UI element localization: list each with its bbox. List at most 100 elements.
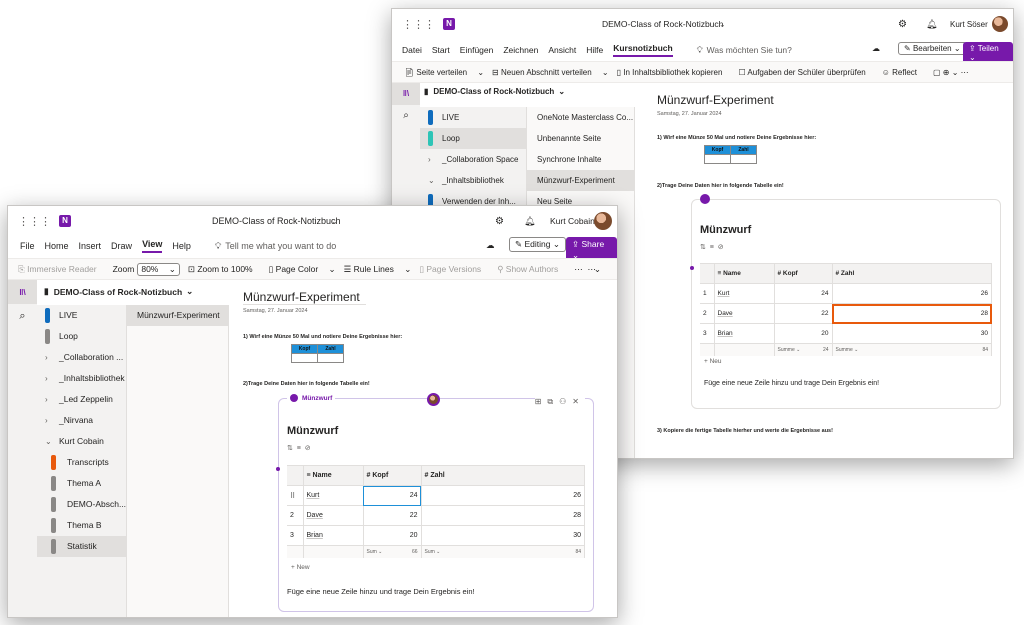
bell-icon[interactable]: 🔔︎ [926,19,937,30]
section-item[interactable]: ⌄ _Inhaltsbibliothek [420,170,526,191]
notebook-picker[interactable]: ▮ DEMO-Class of Rock-Notizbuch ⌄ [44,286,193,297]
table-row[interactable]: 2 Dave 22 28 [287,505,585,526]
chevron-right-icon[interactable]: › [45,368,48,389]
loop-header[interactable]: Münzwurf [287,394,336,402]
step-3-text[interactable]: 3) Kopiere die fertige Tabelle hierher u… [657,428,833,434]
cell-name[interactable]: Dave [714,303,775,324]
col-name-header[interactable]: ≡ Name [303,465,364,486]
step-1-text[interactable]: 1) Wirf eine Münze 50 Mal und notiere De… [243,334,402,340]
menu-hilfe[interactable]: Hilfe [586,45,603,55]
table-row[interactable]: 2 Dave 22 28 [700,303,992,324]
page-item[interactable]: Münzwurf-Experiment [127,305,228,326]
menu-view[interactable]: View [142,239,163,253]
avatar[interactable] [594,212,612,230]
mini-cell[interactable] [317,353,344,363]
search-box[interactable]: Was möchten Sie tun? [707,45,792,55]
catch-up-icon[interactable]: ☁ [486,240,495,251]
step-2-text[interactable]: 2)Trage Deine Daten hier in folgende Tab… [243,381,370,387]
chevron-down-icon[interactable]: ⌄ [45,431,52,452]
cell-kopf[interactable]: 24 [363,485,422,506]
ribbon-aufgaben[interactable]: ☐ Aufgaben der Schüler überprüfen [738,68,873,77]
menu-datei[interactable]: Datei [402,45,422,55]
zoom-100-button[interactable]: ⊡ Zoom to 100% [188,264,261,275]
cell-zahl[interactable]: 26 [421,485,585,506]
sum-zahl[interactable]: Sum ⌄ 84 [421,545,585,558]
menu-ansicht[interactable]: Ansicht [548,45,576,55]
step-1-text[interactable]: 1) Wirf eine Münze 50 Mal und notiere De… [657,135,816,141]
cell-zahl[interactable]: 28 [421,505,585,526]
ribbon-inhaltsbibliothek[interactable]: ▯ In Inhaltsbibliothek kopieren [617,68,731,77]
new-row-button[interactable]: + Neu [704,358,722,365]
search-icon[interactable]: ⌕ [392,105,420,127]
cell-kopf[interactable]: 20 [363,525,422,546]
section-item[interactable]: Loop [37,326,126,347]
table-row[interactable]: 3 Brian 20 30 [287,525,585,546]
rule-lines-button[interactable]: ☰ Rule Lines ⌄ [344,264,412,275]
section-item[interactable]: Transcripts [37,452,126,473]
catch-up-icon[interactable]: ☁ [872,44,880,53]
table-toolbar[interactable]: ⇅ ≡ ⊘ [700,243,724,251]
cell-zahl[interactable]: 26 [832,283,992,304]
cell-kopf[interactable]: 24 [774,283,833,304]
hint-text[interactable]: Füge eine neue Zeile hinzu und trage Dei… [704,380,879,387]
menu-draw[interactable]: Draw [111,241,132,251]
notebooks-icon[interactable]: ‖\ [8,280,37,304]
section-item[interactable]: DEMO-Absch... [37,494,126,515]
menu-help[interactable]: Help [172,241,191,251]
notebook-picker[interactable]: ▮ DEMO-Class of Rock-Notizbuch ⌄ [424,87,565,96]
page-color-button[interactable]: ▯ Page Color ⌄ [269,264,336,275]
app-launcher-icon[interactable]: ⋮⋮⋮ [402,18,435,31]
page-item[interactable]: Unbenannte Seite [527,128,634,149]
loop-title[interactable]: Münzwurf [287,425,338,437]
ribbon-reflect[interactable]: ☺ Reflect [882,68,925,77]
table-row[interactable]: 1 Kurt 24 26 [700,283,992,304]
mini-cell[interactable] [730,154,757,164]
col-zahl-header[interactable]: # Zahl [832,263,992,284]
ribbon-seite-verteilen[interactable]: 📄︎ Seite verteilen ⌄ [404,68,484,77]
section-item[interactable]: ⌄ Kurt Cobain [37,431,126,452]
loop-table[interactable]: ≡ Name # Kopf # Zahl 1 Kurt 24 26 2 Dave 22 28… [700,263,992,356]
settings-icon[interactable]: ⚙ [898,19,907,30]
edit-mode-button[interactable]: ✎ Editing ⌄ [509,237,566,252]
page-item[interactable]: Synchrone Inhalte [527,149,634,170]
chevron-right-icon[interactable]: › [45,410,48,431]
cell-name[interactable]: Brian [714,323,775,344]
col-zahl-header[interactable]: # Zahl [421,465,585,486]
section-item[interactable]: Statistik [37,536,126,557]
mini-table[interactable]: Kopf Zahl [704,145,757,164]
page-versions-button[interactable]: ▯ Page Versions [419,264,489,275]
loop-component[interactable]: Münzwurf ⇅ ≡ ⊘ ≡ Name # Kopf # Zahl 1 Kur… [690,194,1001,409]
collaborator-avatar[interactable] [427,393,440,406]
title-chevron-icon[interactable]: ⌄ [331,216,338,227]
app-launcher-icon[interactable]: ⋮⋮⋮ [18,215,51,228]
loop-toolbar[interactable]: ⊞⧉⚇✕ [534,397,585,407]
more-icon[interactable]: ⋯ ⋯ [574,264,596,275]
cell-kopf[interactable]: 22 [774,303,833,324]
ribbon-abschnitt-verteilen[interactable]: ⊟ Neuen Abschnitt verteilen ⌄ [492,68,609,77]
section-item[interactable]: › _Led Zeppelin [37,389,126,410]
section-item[interactable]: Thema A [37,473,126,494]
ribbon-more-icon[interactable]: ▢ ⊕ ⌄ ⋯ [933,68,969,77]
section-item[interactable]: › _Collaboration ... [37,347,126,368]
page-title[interactable]: Münzwurf-Experiment [243,290,366,305]
loop-title[interactable]: Münzwurf [700,224,751,236]
zoom-select[interactable]: 80% ⌄ [137,262,180,276]
sum-kopf[interactable]: Sum ⌄ 66 [363,545,422,558]
col-kopf-header[interactable]: # Kopf [774,263,833,284]
cell-name[interactable]: Kurt [714,283,775,304]
menu-zeichnen[interactable]: Zeichnen [503,45,538,55]
section-item[interactable]: LIVE [420,107,526,128]
loop-component[interactable]: Münzwurf ⊞⧉⚇✕ Münzwurf ⇅ ≡ ⊘ ≡ Name # Ko… [276,393,594,612]
page-item[interactable]: OneNote Masterclass Co... [527,107,634,128]
page-item[interactable]: Münzwurf-Experiment [527,170,634,191]
search-box[interactable]: Tell me what you want to do [225,241,336,251]
menu-start[interactable]: Start [432,45,450,55]
cell-name[interactable]: Kurt [303,485,364,506]
hint-text[interactable]: Füge eine neue Zeile hinzu und trage Dei… [287,587,475,596]
chevron-right-icon[interactable]: › [45,389,48,410]
page-title[interactable]: Münzwurf-Experiment [657,93,774,107]
section-item[interactable]: LIVE [37,305,126,326]
cell-zahl[interactable]: 28 [832,303,992,324]
sum-zahl[interactable]: Summe ⌄ 84 [832,343,992,356]
section-item[interactable]: Thema B [37,515,126,536]
